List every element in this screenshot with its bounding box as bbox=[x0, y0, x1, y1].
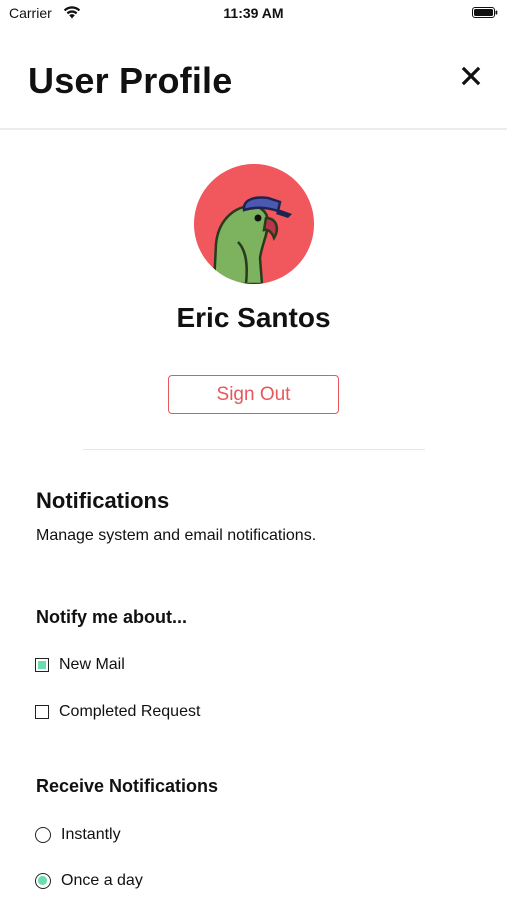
instantly-radio[interactable] bbox=[35, 827, 51, 843]
new-mail-checkbox[interactable] bbox=[35, 658, 49, 672]
instantly-label: Instantly bbox=[61, 826, 121, 843]
completed-request-label: Completed Request bbox=[59, 703, 201, 720]
completed-request-checkbox[interactable] bbox=[35, 705, 49, 719]
parrot-avatar-icon bbox=[194, 164, 314, 284]
new-mail-option[interactable]: New Mail bbox=[35, 654, 125, 676]
instantly-option[interactable]: Instantly bbox=[35, 824, 121, 846]
new-mail-label: New Mail bbox=[59, 656, 125, 673]
once-a-day-label: Once a day bbox=[61, 872, 143, 889]
page-header: User Profile bbox=[0, 30, 507, 130]
avatar bbox=[194, 164, 314, 284]
receive-notifications-title: Receive Notifications bbox=[36, 776, 219, 796]
notify-me-title: Notify me about... bbox=[36, 607, 188, 627]
user-name: Eric Santos bbox=[176, 302, 331, 333]
notifications-title: Notifications bbox=[36, 488, 170, 513]
close-button[interactable] bbox=[459, 64, 483, 88]
battery-icon bbox=[472, 7, 498, 18]
close-icon bbox=[461, 66, 481, 86]
once-a-day-option[interactable]: Once a day bbox=[35, 870, 143, 892]
completed-request-option[interactable]: Completed Request bbox=[35, 701, 200, 723]
page-title: User Profile bbox=[28, 60, 233, 101]
status-bar: Carrier 11:39 AM bbox=[0, 0, 507, 30]
app-screen: Carrier 11:39 AM User Profile Eric Santo… bbox=[0, 0, 507, 900]
notifications-description: Manage system and email notifications. bbox=[36, 527, 317, 544]
sign-out-button[interactable]: Sign Out bbox=[168, 375, 339, 414]
once-a-day-radio[interactable] bbox=[35, 873, 51, 889]
status-time: 11:39 AM bbox=[223, 5, 284, 21]
divider bbox=[83, 449, 425, 450]
